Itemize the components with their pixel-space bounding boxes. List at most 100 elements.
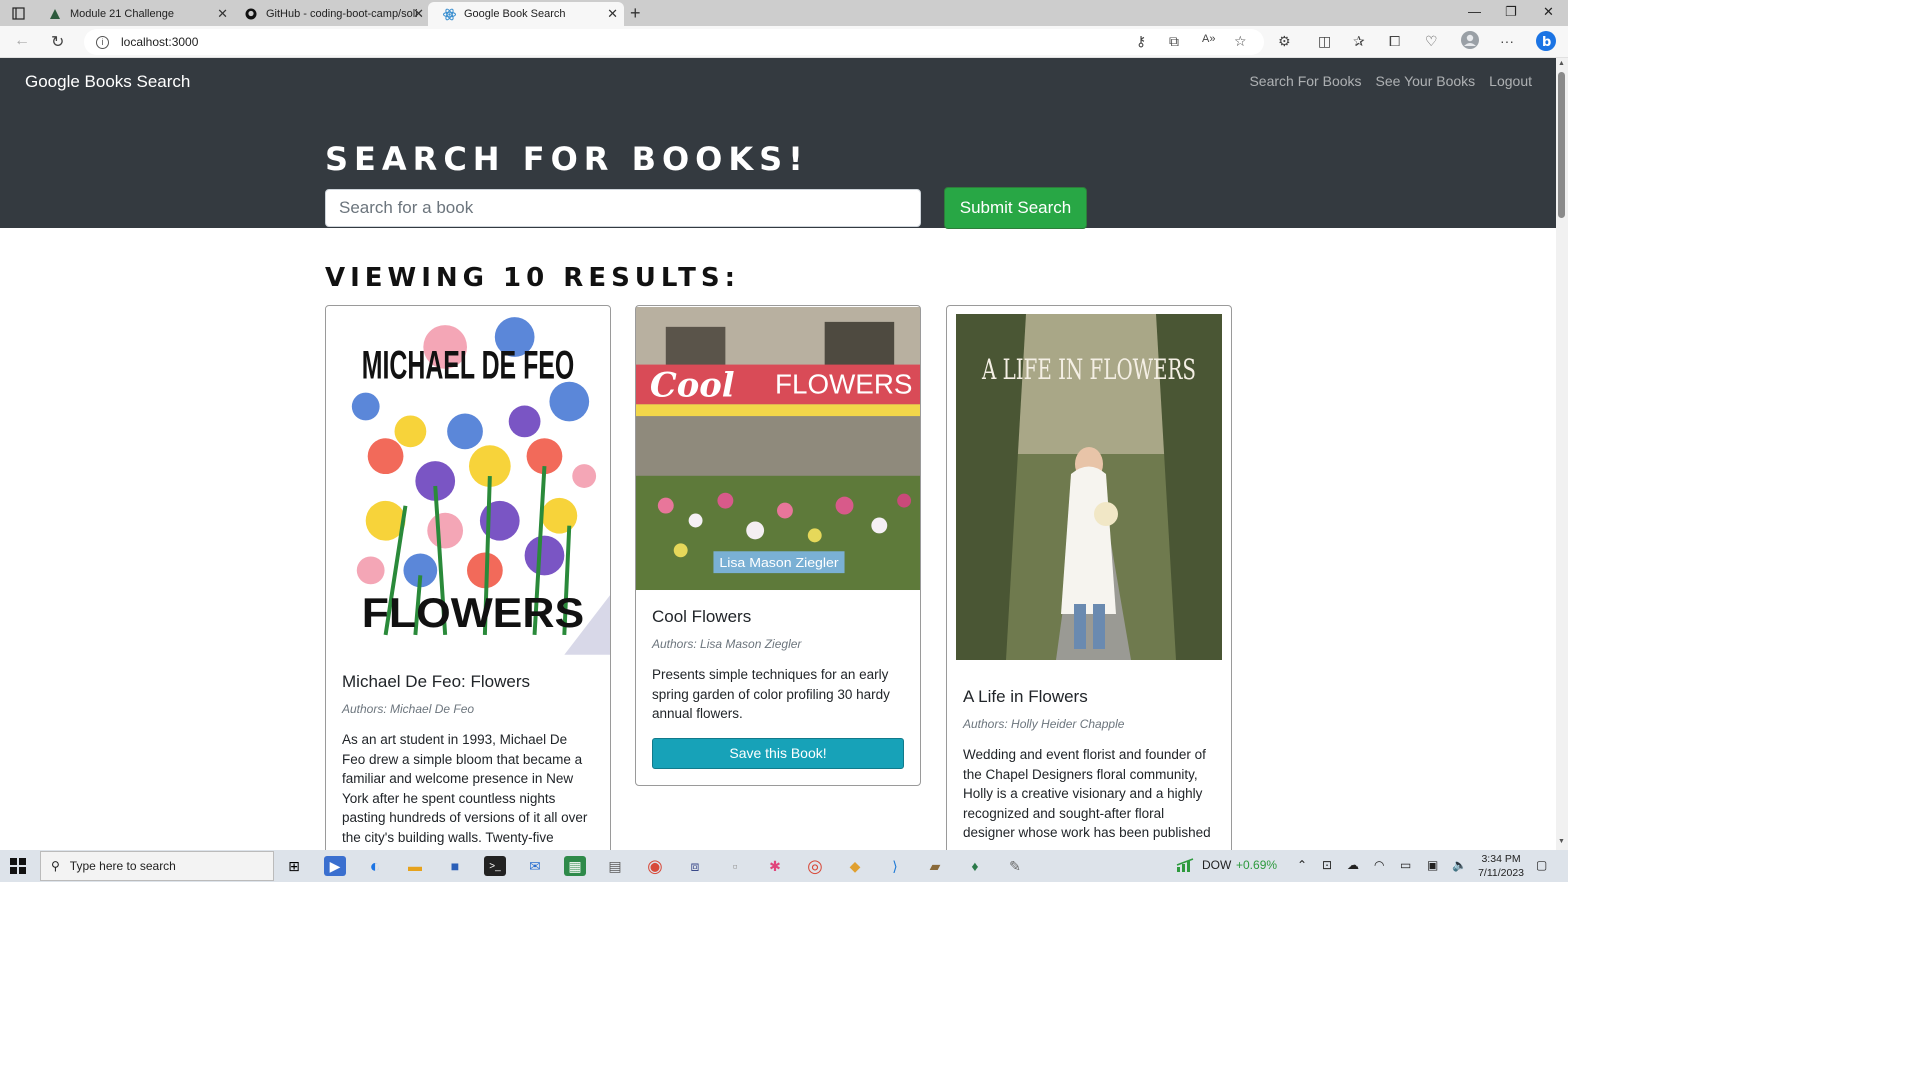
cover-title-flowers: FLOWERS [775,368,912,399]
taskbar: ⚲ Type here to search ⊞ ▶ ◐ ▬ ■ >_ ✉ ▦ ▤… [0,850,1568,882]
book-title: Michael De Feo: Flowers [342,672,531,691]
meet-now-icon[interactable]: ⊡ [1322,858,1332,872]
stock-chart-icon[interactable] [1176,858,1194,875]
cover-title-bottom: FLOWERS [362,589,584,636]
info-icon[interactable]: i [96,35,109,49]
task-view-icon[interactable]: ⊞ [283,856,305,876]
wifi-icon[interactable]: ◠ [1374,858,1384,872]
refresh-icon[interactable]: ↻ [51,32,64,52]
mail-icon[interactable]: ✉ [524,856,546,876]
github-icon [244,7,258,21]
extensions-icon[interactable]: ⚙ [1278,33,1291,50]
battery-icon[interactable]: ▭ [1400,858,1411,872]
restore-icon[interactable]: ❐ [1505,4,1517,20]
app-placeholder-icon[interactable]: ▫ [724,856,746,876]
book-cover-image: Cool FLOWERS Lisa Mason Ziegler [636,306,920,591]
close-icon[interactable]: ✕ [413,6,424,22]
book-authors: Authors: Michael De Feo [342,702,475,716]
chevron-up-icon[interactable]: ⌃ [1297,858,1307,872]
git-kraken-icon[interactable]: ◆ [844,856,866,876]
book-cover-image: A LIFE IN FLOWERS [956,314,1222,660]
performance-icon[interactable]: ♡ [1425,33,1438,50]
key-icon[interactable]: ⚷ [1136,33,1146,50]
folder-icon[interactable]: ▰ [924,856,946,876]
clock-date: 7/11/2023 [1478,867,1524,879]
browser-tab[interactable]: Module 21 Challenge ✕ [34,2,234,26]
split-screen-icon[interactable]: ◫ [1318,33,1331,50]
cover-title: A LIFE IN FLOWERS [981,353,1196,386]
paint-icon[interactable]: ✎ [1004,856,1026,876]
cover-title-top: MICHAEL DE FEO [362,344,575,388]
bing-chat-icon[interactable]: b [1535,30,1557,55]
cover-author: Lisa Mason Ziegler [719,555,839,570]
window-close-icon[interactable]: ✕ [1543,4,1554,20]
mongodb-icon[interactable]: ♦ [964,856,986,876]
collections-icon[interactable]: ⧠ [1389,33,1400,50]
browser-toolbar: ← ↻ i localhost:3000 ⚷ ⧉ A» ☆ ⚙ ◫ ✰ ⧠ ♡ … [0,26,1568,58]
svg-text:b: b [1542,35,1551,50]
favorite-star-icon[interactable]: ☆ [1234,33,1247,50]
scroll-up-icon[interactable]: ▲ [1558,60,1565,67]
read-aloud-icon[interactable]: A» [1202,33,1215,45]
clock-time: 3:34 PM [1481,853,1521,865]
system-clock[interactable]: 3:34 PM 7/11/2023 [1478,852,1524,880]
slack-icon[interactable]: ✱ [764,856,786,876]
submit-search-button[interactable]: Submit Search [944,187,1087,229]
app-header: Google Books Search Search For Books See… [0,58,1556,229]
save-book-button[interactable]: Save this Book! [652,737,904,769]
profile-icon[interactable] [1461,31,1479,52]
main-nav: Search For Books See Your Books Logout [1249,73,1532,89]
close-icon[interactable]: ✕ [217,6,228,22]
page-title: Search for Books! [325,140,809,178]
back-icon[interactable]: ← [14,32,30,50]
favorites-icon[interactable]: ✰ [1353,33,1365,50]
book-description: Presents simple techniques for an early … [652,667,890,721]
book-title: A Life in Flowers [963,687,1088,706]
keyboard-icon[interactable]: ▣ [1427,858,1438,872]
file-explorer-icon[interactable]: ▬ [404,856,426,876]
book-description: As an art student in 1993, Michael De Fe… [342,732,588,845]
notifications-icon[interactable]: ▢ [1536,858,1547,872]
address-bar[interactable]: i localhost:3000 [84,29,1264,55]
edge-icon[interactable]: ◐ [364,856,386,876]
new-tab-icon[interactable]: + [630,3,641,24]
tab-actions-icon[interactable] [10,5,26,21]
taskbar-search[interactable]: ⚲ Type here to search [40,851,274,881]
open-in-app-icon[interactable]: ⧉ [1169,33,1179,50]
vscode-icon[interactable]: ⟩ [884,856,906,876]
taskbar-search-placeholder: Type here to search [69,859,176,873]
cloud-icon[interactable]: ☁ [1347,858,1359,872]
tab-title: Module 21 Challenge [70,8,174,20]
more-options-icon[interactable]: ··· [1500,33,1514,49]
remote-desktop-icon[interactable]: ⧈ [684,856,706,876]
close-icon[interactable]: ✕ [607,6,618,22]
terminal-icon[interactable]: >_ [484,856,506,876]
browser-tab[interactable]: GitHub - coding-boot-camp/soli ✕ [230,2,430,26]
store-icon[interactable]: ■ [444,856,466,876]
app-brand[interactable]: Google Books Search [25,72,190,92]
tab-title: Google Book Search [464,8,566,20]
nav-saved-books[interactable]: See Your Books [1376,73,1476,89]
book-authors: Authors: Lisa Mason Ziegler [652,637,802,651]
nav-search-books[interactable]: Search For Books [1249,73,1361,89]
nav-logout[interactable]: Logout [1489,73,1532,89]
browser-tab-active[interactable]: Google Book Search ✕ [428,2,624,26]
book-cover-image: MICHAEL DE FEO FLOWERS [326,307,610,655]
browser-tab-bar: Module 21 Challenge ✕ GitHub - coding-bo… [0,0,1568,26]
search-input[interactable] [325,189,921,227]
cover-wrapper: A LIFE IN FLOWERS [947,306,1231,665]
windows-start-icon[interactable] [10,858,26,874]
book-title: Cool Flowers [652,607,752,626]
chrome-dev-icon[interactable]: ◎ [804,856,826,876]
chrome-icon[interactable]: ◉ [644,856,666,876]
minimize-icon[interactable]: — [1468,4,1481,19]
scroll-down-icon[interactable]: ▼ [1558,838,1565,845]
card-body: Cool Flowers Authors: Lisa Mason Ziegler… [636,591,920,785]
calculator-icon[interactable]: ▤ [604,856,626,876]
excel-icon[interactable]: ▦ [564,856,586,876]
book-card: MICHAEL DE FEO FLOWERS Michael De Feo: F… [325,305,611,865]
scrollbar-thumb[interactable] [1558,72,1565,218]
page-scrollbar[interactable]: ▲ ▼ [1556,58,1568,850]
power-automate-icon[interactable]: ▶ [324,856,346,876]
volume-icon[interactable]: 🔈 [1452,858,1467,872]
